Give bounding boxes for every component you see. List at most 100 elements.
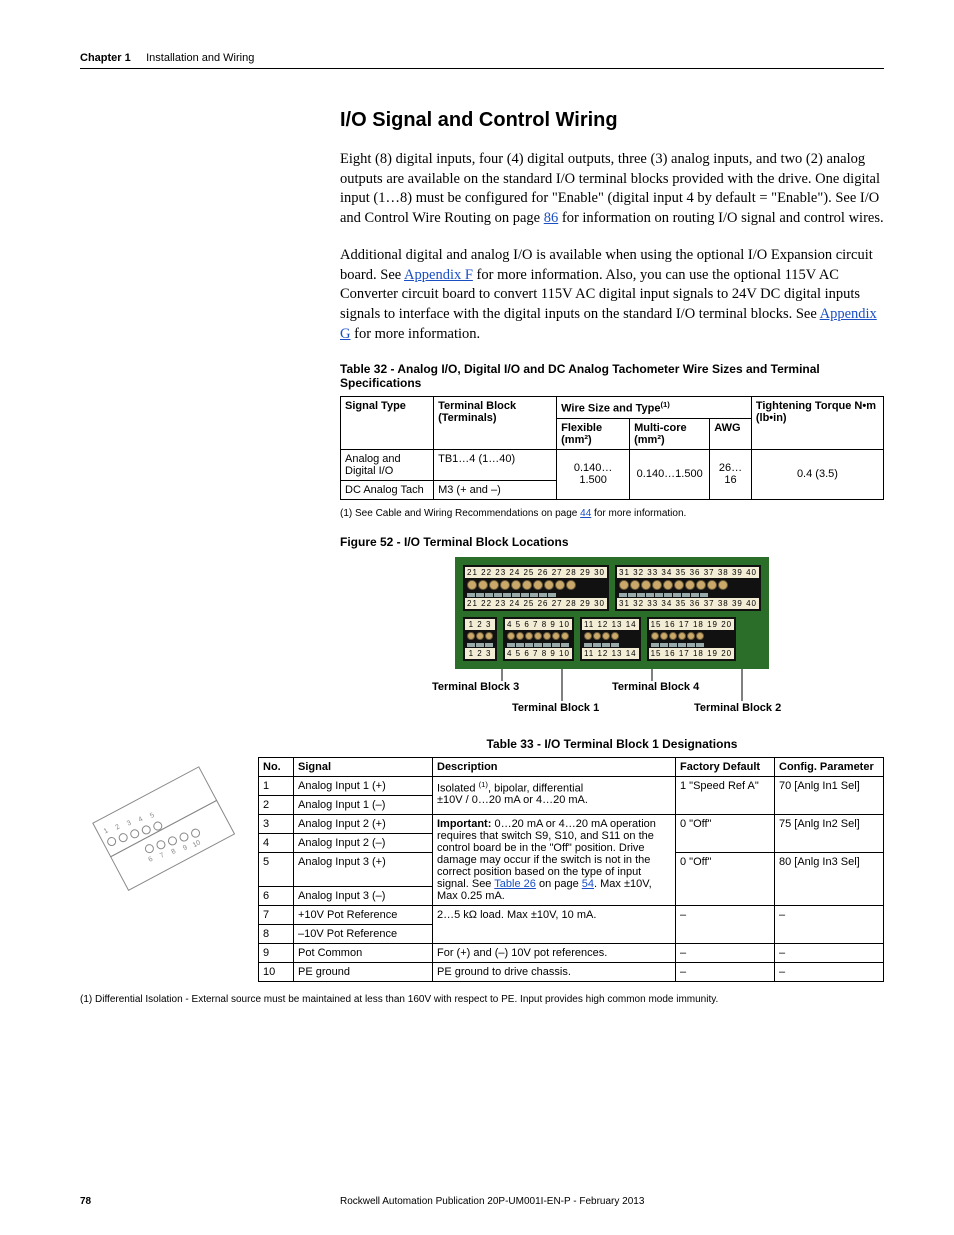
t32-h-multi: Multi-core (mm²) xyxy=(630,418,710,449)
svg-text:6: 6 xyxy=(147,855,154,863)
svg-text:8: 8 xyxy=(170,848,177,856)
t33-r5-no: 5 xyxy=(259,852,294,886)
t33-cp5: 80 [Anlg In3 Sel] xyxy=(775,852,884,905)
t33-fd78: – xyxy=(676,905,775,943)
t33-r5-sig: Analog Input 3 (+) xyxy=(294,852,433,886)
chapter-label: Chapter 1 xyxy=(80,52,131,64)
page-number: 78 xyxy=(80,1196,340,1207)
t32-r2-tb: M3 (+ and –) xyxy=(434,480,557,499)
t32-torque: 0.4 (3.5) xyxy=(751,449,883,499)
t33-h-desc: Description xyxy=(433,757,676,776)
header-title: Installation and Wiring xyxy=(146,52,254,64)
t32-r1-tb: TB1…4 (1…40) xyxy=(434,449,557,480)
t33-r1-sig: Analog Input 1 (+) xyxy=(294,776,433,795)
tb1a-top: 1 2 3 xyxy=(465,619,495,630)
table33-caption: Table 33 - I/O Terminal Block 1 Designat… xyxy=(340,737,884,751)
t33-r3-no: 3 xyxy=(259,814,294,833)
t33-desc36: Important: 0…20 mA or 4…20 mA operation … xyxy=(433,814,676,905)
svg-text:5: 5 xyxy=(149,812,156,820)
t33-r6-no: 6 xyxy=(259,886,294,905)
link-page-54[interactable]: 54 xyxy=(582,878,594,890)
t33-r9-no: 9 xyxy=(259,943,294,962)
link-table-26[interactable]: Table 26 xyxy=(494,878,536,890)
t33-r8-no: 8 xyxy=(259,924,294,943)
table-33: No. Signal Description Factory Default C… xyxy=(258,757,884,982)
lbl-tb4: Terminal Block 4 xyxy=(612,681,699,693)
t32-h-tb: Terminal Block (Terminals) xyxy=(434,397,557,450)
tb4-top-nums: 31 32 33 34 35 36 37 38 39 40 xyxy=(617,567,759,578)
t33-h-cp: Config. Parameter xyxy=(775,757,884,776)
svg-text:4: 4 xyxy=(137,815,144,823)
t33-r4-sig: Analog Input 2 (–) xyxy=(294,833,433,852)
svg-text:2: 2 xyxy=(114,823,121,831)
publication-info: Rockwell Automation Publication 20P-UM00… xyxy=(340,1196,884,1207)
t32-r1-signal: Analog and Digital I/O xyxy=(341,449,434,480)
page-footer: 78 Rockwell Automation Publication 20P-U… xyxy=(80,1196,884,1207)
t33-r3-sig: Analog Input 2 (+) xyxy=(294,814,433,833)
t33-h-signal: Signal xyxy=(294,757,433,776)
terminal-block-diagram: 12345 678910 xyxy=(80,757,248,927)
t33-fd1: 1 "Speed Ref A" xyxy=(676,776,775,814)
t33-r7-sig: +10V Pot Reference xyxy=(294,905,433,924)
t33-fd9: – xyxy=(676,943,775,962)
t33-h-fd: Factory Default xyxy=(676,757,775,776)
p2-text-c: for more information. xyxy=(350,326,480,342)
svg-text:9: 9 xyxy=(182,844,189,852)
section-heading: I/O Signal and Control Wiring xyxy=(340,109,884,132)
tb3-bot-nums: 21 22 23 24 25 26 27 28 29 30 xyxy=(465,598,607,609)
t32-awg: 26…16 xyxy=(710,449,752,499)
t33-fd3: 0 "Off" xyxy=(676,814,775,852)
svg-text:7: 7 xyxy=(159,852,166,860)
paragraph-1: Eight (8) digital inputs, four (4) digit… xyxy=(340,150,884,228)
t33-r1-no: 1 xyxy=(259,776,294,795)
t33-h-no: No. xyxy=(259,757,294,776)
table33-footnote: (1) Differential Isolation - External so… xyxy=(80,994,884,1005)
t33-r9-sig: Pot Common xyxy=(294,943,433,962)
t33-desc12: Isolated (1), bipolar, differential ±10V… xyxy=(433,776,676,814)
t33-r6-sig: Analog Input 3 (–) xyxy=(294,886,433,905)
t32-r2-signal: DC Analog Tach xyxy=(341,480,434,499)
t33-cp1: 70 [Anlg In1 Sel] xyxy=(775,776,884,814)
tb2a-bot: 11 12 13 14 xyxy=(582,648,639,659)
link-page-86[interactable]: 86 xyxy=(544,210,559,226)
lbl-tb2: Terminal Block 2 xyxy=(694,702,781,714)
t33-r10-sig: PE ground xyxy=(294,962,433,981)
table-32: Signal Type Terminal Block (Terminals) W… xyxy=(340,396,884,500)
tb4-bot-nums: 31 32 33 34 35 36 37 38 39 40 xyxy=(617,598,759,609)
t33-desc78: 2…5 kΩ load. Max ±10V, 10 mA. xyxy=(433,905,676,943)
tb2b-bot: 15 16 17 18 19 20 xyxy=(649,648,735,659)
table32-caption: Table 32 - Analog I/O, Digital I/O and D… xyxy=(340,362,884,390)
link-page-44[interactable]: 44 xyxy=(580,508,591,519)
p1-text-b: for information on routing I/O signal an… xyxy=(558,210,883,226)
svg-text:3: 3 xyxy=(126,819,133,827)
page-header: Chapter 1 Installation and Wiring xyxy=(80,50,884,69)
tb2b-top: 15 16 17 18 19 20 xyxy=(649,619,735,630)
t33-r10-no: 10 xyxy=(259,962,294,981)
t33-r7-no: 7 xyxy=(259,905,294,924)
t32-h-flex: Flexible (mm²) xyxy=(557,418,630,449)
t33-cp3: 75 [Anlg In2 Sel] xyxy=(775,814,884,852)
t33-r4-no: 4 xyxy=(259,833,294,852)
t32-flex: 0.140…1.500 xyxy=(557,449,630,499)
t33-fd5: 0 "Off" xyxy=(676,852,775,905)
t33-fd10: – xyxy=(676,962,775,981)
t32-h-tight: Tightening Torque N•m (lb•in) xyxy=(751,397,883,450)
t32-multi: 0.140…1.500 xyxy=(630,449,710,499)
table32-footnote: (1) See Cable and Wiring Recommendations… xyxy=(340,508,884,519)
tb1b-bot: 4 5 6 7 8 9 10 xyxy=(505,648,572,659)
tb1a-bot: 1 2 3 xyxy=(465,648,495,659)
paragraph-2: Additional digital and analog I/O is ava… xyxy=(340,246,884,344)
tb2a-top: 11 12 13 14 xyxy=(582,619,639,630)
tb3-top-nums: 21 22 23 24 25 26 27 28 29 30 xyxy=(465,567,607,578)
t32-h-signal: Signal Type xyxy=(341,397,434,450)
link-appendix-f[interactable]: Appendix F xyxy=(404,267,473,283)
figure52-caption: Figure 52 - I/O Terminal Block Locations xyxy=(340,535,884,549)
t33-cp10: – xyxy=(775,962,884,981)
t33-r2-no: 2 xyxy=(259,795,294,814)
t32-h-wire: Wire Size and Type(1) xyxy=(557,397,752,419)
t33-cp9: – xyxy=(775,943,884,962)
t32-h-awg: AWG xyxy=(710,418,752,449)
t33-desc10: PE ground to drive chassis. xyxy=(433,962,676,981)
t33-r2-sig: Analog Input 1 (–) xyxy=(294,795,433,814)
t33-desc9: For (+) and (–) 10V pot references. xyxy=(433,943,676,962)
